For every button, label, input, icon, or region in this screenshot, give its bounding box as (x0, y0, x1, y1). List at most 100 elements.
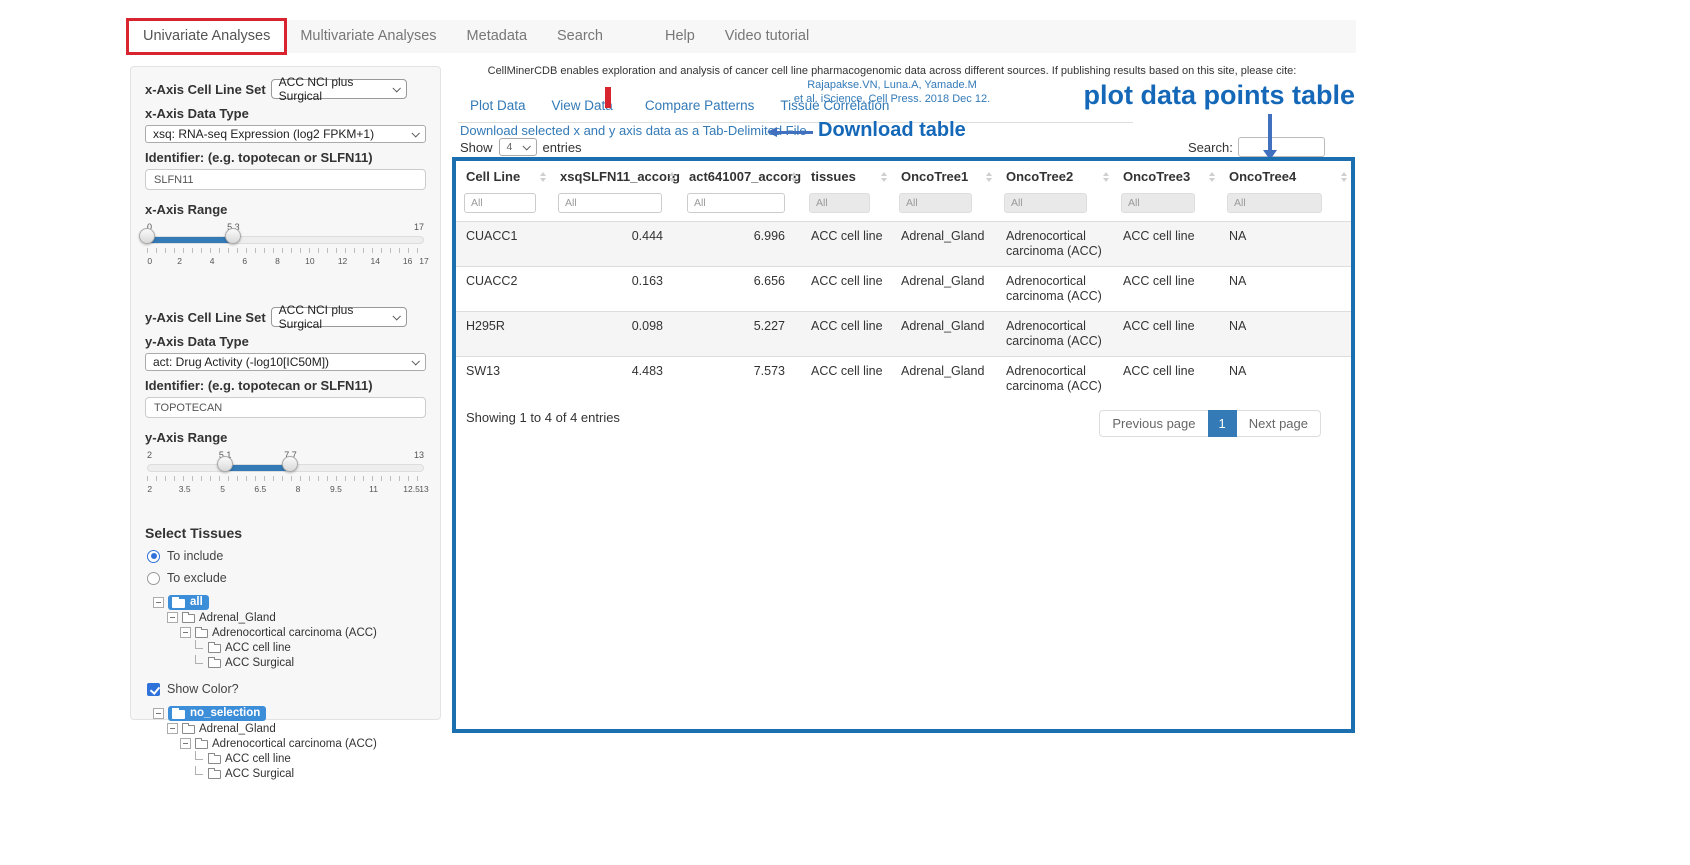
tab-plot-data[interactable]: Plot Data (470, 98, 526, 113)
chevron-down-icon (392, 312, 400, 320)
nav-item-metadata[interactable]: Metadata (452, 20, 542, 53)
tree-node-acc-carcinoma[interactable]: Adrenocortical carcinoma (ACC) (180, 625, 426, 640)
plot-data-table-container: Cell Line xsqSLFN11_accorg act641007_acc… (452, 157, 1355, 733)
column-header-cell-line[interactable]: Cell Line (456, 161, 550, 190)
arrow-stem (1268, 114, 1272, 150)
tree-node-adrenal-gland[interactable]: Adrenal_Gland (167, 610, 426, 625)
x-data-type-select[interactable]: xsq: RNA-seq Expression (log2 FPKM+1) (145, 125, 426, 143)
collapse-icon[interactable] (153, 708, 164, 719)
include-radio-row[interactable]: To include (147, 549, 426, 563)
nav-item-search[interactable]: Search (542, 20, 618, 53)
slider-handle-high[interactable] (225, 228, 241, 244)
nav-item-univariate-analyses[interactable]: Univariate Analyses (128, 20, 285, 53)
tree-node-adrenal-gland[interactable]: Adrenal_Gland (167, 721, 426, 736)
tree-node-acc-carcinoma[interactable]: Adrenocortical carcinoma (ACC) (180, 736, 426, 751)
entries-count-select[interactable]: 4 (499, 138, 537, 156)
slider-selected-range (148, 237, 234, 243)
folder-icon (182, 614, 195, 623)
tree-node-acc-surgical[interactable]: ACC Surgical (193, 655, 426, 670)
y-cell-line-set-label: y-Axis Cell Line Set (145, 310, 266, 325)
top-navbar: Univariate Analyses Multivariate Analyse… (128, 20, 1356, 53)
selected-value: xsq: RNA-seq Expression (log2 FPKM+1) (153, 127, 374, 141)
sort-icon (1209, 172, 1215, 182)
filter-input-oncotree4[interactable] (1227, 193, 1322, 213)
nav-item-multivariate-analyses[interactable]: Multivariate Analyses (285, 20, 451, 53)
show-color-label: Show Color? (167, 682, 239, 696)
table-row-sw13[interactable]: SW13 4.483 7.573 ACC cell line Adrenal_G… (456, 357, 1351, 402)
y-range-slider: 2 5.1 7.7 13 2 3.5 5 6.5 8 9.5 11 12.5 1… (147, 461, 424, 509)
collapse-icon[interactable] (167, 723, 178, 734)
search-label: Search: (1188, 140, 1233, 155)
selected-value: ACC NCI plus Surgical (279, 303, 393, 331)
citation-authors-link[interactable]: Rajapakse.VN, Luna.A, Yamade.M (807, 79, 977, 91)
collapse-icon[interactable] (180, 738, 191, 749)
tab-tissue-correlation[interactable]: Tissue Correlation (780, 98, 889, 113)
filter-input-act641007[interactable] (687, 193, 785, 213)
column-header-xsqslfn11[interactable]: xsqSLFN11_accorg (550, 161, 679, 190)
filter-input-xsqslfn11[interactable] (558, 193, 662, 213)
x-cell-line-set-select[interactable]: ACC NCI plus Surgical (271, 79, 407, 99)
tab-compare-patterns[interactable]: Compare Patterns (645, 98, 755, 113)
page-number-button[interactable]: 1 (1208, 410, 1237, 437)
download-tab-delimited-link[interactable]: Download selected x and y axis data as a… (460, 123, 807, 138)
sort-icon (540, 172, 546, 182)
table-header-row: Cell Line xsqSLFN11_accorg act641007_acc… (456, 161, 1351, 190)
exclude-radio-row[interactable]: To exclude (147, 571, 426, 585)
filter-input-oncotree1[interactable] (899, 193, 972, 213)
include-radio[interactable] (147, 550, 160, 563)
y-data-type-select[interactable]: act: Drug Activity (-log10[IC50M]) (145, 353, 426, 371)
tree-node-acc-cell-line[interactable]: ACC cell line (193, 640, 426, 655)
y-cell-line-set-select[interactable]: ACC NCI plus Surgical (271, 307, 407, 327)
tree-node-acc-cell-line[interactable]: ACC cell line (193, 751, 426, 766)
select-tissues-title: Select Tissues (145, 525, 426, 541)
folder-icon (208, 644, 221, 653)
y-identifier-input[interactable] (145, 397, 426, 418)
table-row-cuacc2[interactable]: CUACC2 0.163 6.656 ACC cell line Adrenal… (456, 267, 1351, 312)
table-row-cuacc1[interactable]: CUACC1 0.444 6.996 ACC cell line Adrenal… (456, 222, 1351, 267)
collapse-icon[interactable] (180, 627, 191, 638)
table-footer: Showing 1 to 4 of 4 entries Previous pag… (456, 401, 1351, 437)
show-color-row[interactable]: Show Color? (147, 682, 426, 696)
filter-input-tissues[interactable] (809, 193, 870, 213)
slider-handle-high[interactable] (282, 456, 298, 472)
slider-handle-low[interactable] (139, 228, 155, 244)
column-header-oncotree4[interactable]: OncoTree4 (1219, 161, 1351, 190)
filter-input-cell-line[interactable] (464, 193, 536, 213)
slider-track[interactable] (147, 236, 424, 244)
filter-input-oncotree3[interactable] (1121, 193, 1195, 213)
tab-view-data[interactable]: View Data (552, 98, 619, 113)
folder-icon (172, 710, 185, 719)
tree-connector (195, 766, 203, 775)
tree-node-no-selection[interactable]: no_selection (153, 706, 426, 721)
tree-node-acc-surgical[interactable]: ACC Surgical (193, 766, 426, 781)
collapse-icon[interactable] (167, 612, 178, 623)
folder-icon (208, 659, 221, 668)
previous-page-button[interactable]: Previous page (1099, 410, 1207, 437)
column-header-tissues[interactable]: tissues (801, 161, 891, 190)
column-header-oncotree2[interactable]: OncoTree2 (996, 161, 1113, 190)
arrow-head (767, 127, 777, 137)
slider-handle-low[interactable] (217, 456, 233, 472)
collapse-icon[interactable] (153, 597, 164, 608)
column-header-oncotree3[interactable]: OncoTree3 (1113, 161, 1219, 190)
tree-node-all[interactable]: all (153, 595, 426, 610)
table-search-input[interactable] (1238, 137, 1325, 157)
column-header-oncotree1[interactable]: OncoTree1 (891, 161, 996, 190)
left-arrow-icon (767, 127, 813, 137)
x-identifier-input[interactable] (145, 169, 426, 190)
y-identifier-label: Identifier: (e.g. topotecan or SLFN11) (145, 378, 426, 393)
nav-item-video-tutorial[interactable]: Video tutorial (710, 20, 824, 53)
folder-icon (195, 740, 208, 749)
nav-item-help[interactable]: Help (650, 20, 710, 53)
y-range-label: y-Axis Range (145, 430, 426, 445)
sort-icon (1341, 172, 1347, 182)
next-page-button[interactable]: Next page (1237, 410, 1321, 437)
exclude-radio[interactable] (147, 572, 160, 585)
table-row-h295r[interactable]: H295R 0.098 5.227 ACC cell line Adrenal_… (456, 312, 1351, 357)
chevron-down-icon (392, 84, 400, 92)
show-color-checkbox[interactable] (147, 683, 160, 696)
x-range-label: x-Axis Range (145, 202, 426, 217)
column-header-act641007[interactable]: act641007_accorg (679, 161, 801, 190)
plot-data-table: Cell Line xsqSLFN11_accorg act641007_acc… (456, 161, 1351, 401)
filter-input-oncotree2[interactable] (1004, 193, 1087, 213)
